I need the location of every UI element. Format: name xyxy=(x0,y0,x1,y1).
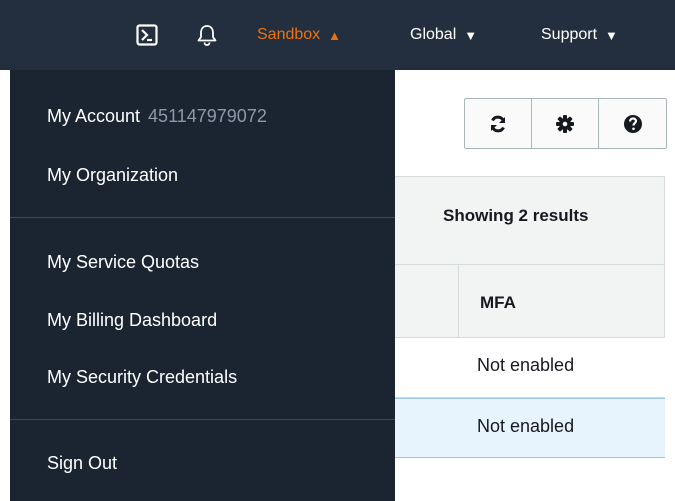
menu-item-my-organization[interactable]: My Organization xyxy=(47,165,178,186)
top-nav-bar: Sandbox ▲ Global ▼ Support ▼ xyxy=(0,0,675,70)
column-divider[interactable] xyxy=(458,265,459,338)
caret-up-icon: ▲ xyxy=(328,27,342,43)
region-menu-label: Global xyxy=(410,26,457,43)
menu-item-sign-out[interactable]: Sign Out xyxy=(47,453,117,474)
menu-item-my-account[interactable]: My Account 451147979072 xyxy=(47,106,267,127)
results-bar: Showing 2 results xyxy=(395,176,665,265)
bell-icon xyxy=(197,25,217,46)
caret-down-icon: ▼ xyxy=(464,27,478,43)
menu-item-service-quotas[interactable]: My Service Quotas xyxy=(47,252,199,273)
refresh-icon xyxy=(491,115,505,132)
account-menu-toggle[interactable]: Sandbox ▲ xyxy=(257,0,341,70)
settings-button[interactable] xyxy=(532,99,599,148)
mfa-cell: Not enabled xyxy=(477,355,575,375)
menu-divider xyxy=(10,217,395,218)
gear-icon xyxy=(556,114,574,133)
refresh-button[interactable] xyxy=(465,99,532,148)
account-id: 451147979072 xyxy=(148,106,267,126)
support-menu-label: Support xyxy=(541,26,598,43)
region-menu-toggle[interactable]: Global ▼ xyxy=(410,0,477,70)
my-account-label: My Account xyxy=(47,106,141,126)
column-header-mfa[interactable]: MFA xyxy=(480,293,516,313)
menu-item-security-credentials[interactable]: My Security Credentials xyxy=(47,367,237,388)
notifications-button[interactable] xyxy=(194,0,220,70)
mfa-cell: Not enabled xyxy=(477,416,575,436)
table-row[interactable]: Not enabled xyxy=(395,338,665,398)
results-count: Showing 2 results xyxy=(443,206,589,225)
cloudshell-button[interactable] xyxy=(133,0,161,70)
account-dropdown-menu: My Account 451147979072 My Organization M… xyxy=(10,70,395,501)
table-toolbar xyxy=(464,98,667,149)
support-menu-toggle[interactable]: Support ▼ xyxy=(541,0,618,70)
table-row[interactable]: Not enabled xyxy=(395,398,665,458)
cloudshell-icon xyxy=(136,24,158,46)
account-menu-label: Sandbox xyxy=(257,26,321,43)
caret-down-icon: ▼ xyxy=(605,27,618,43)
help-button[interactable] xyxy=(599,99,666,148)
menu-divider xyxy=(10,419,395,420)
table-header: MFA xyxy=(395,265,665,338)
menu-item-billing-dashboard[interactable]: My Billing Dashboard xyxy=(47,310,217,331)
help-icon xyxy=(623,114,642,133)
